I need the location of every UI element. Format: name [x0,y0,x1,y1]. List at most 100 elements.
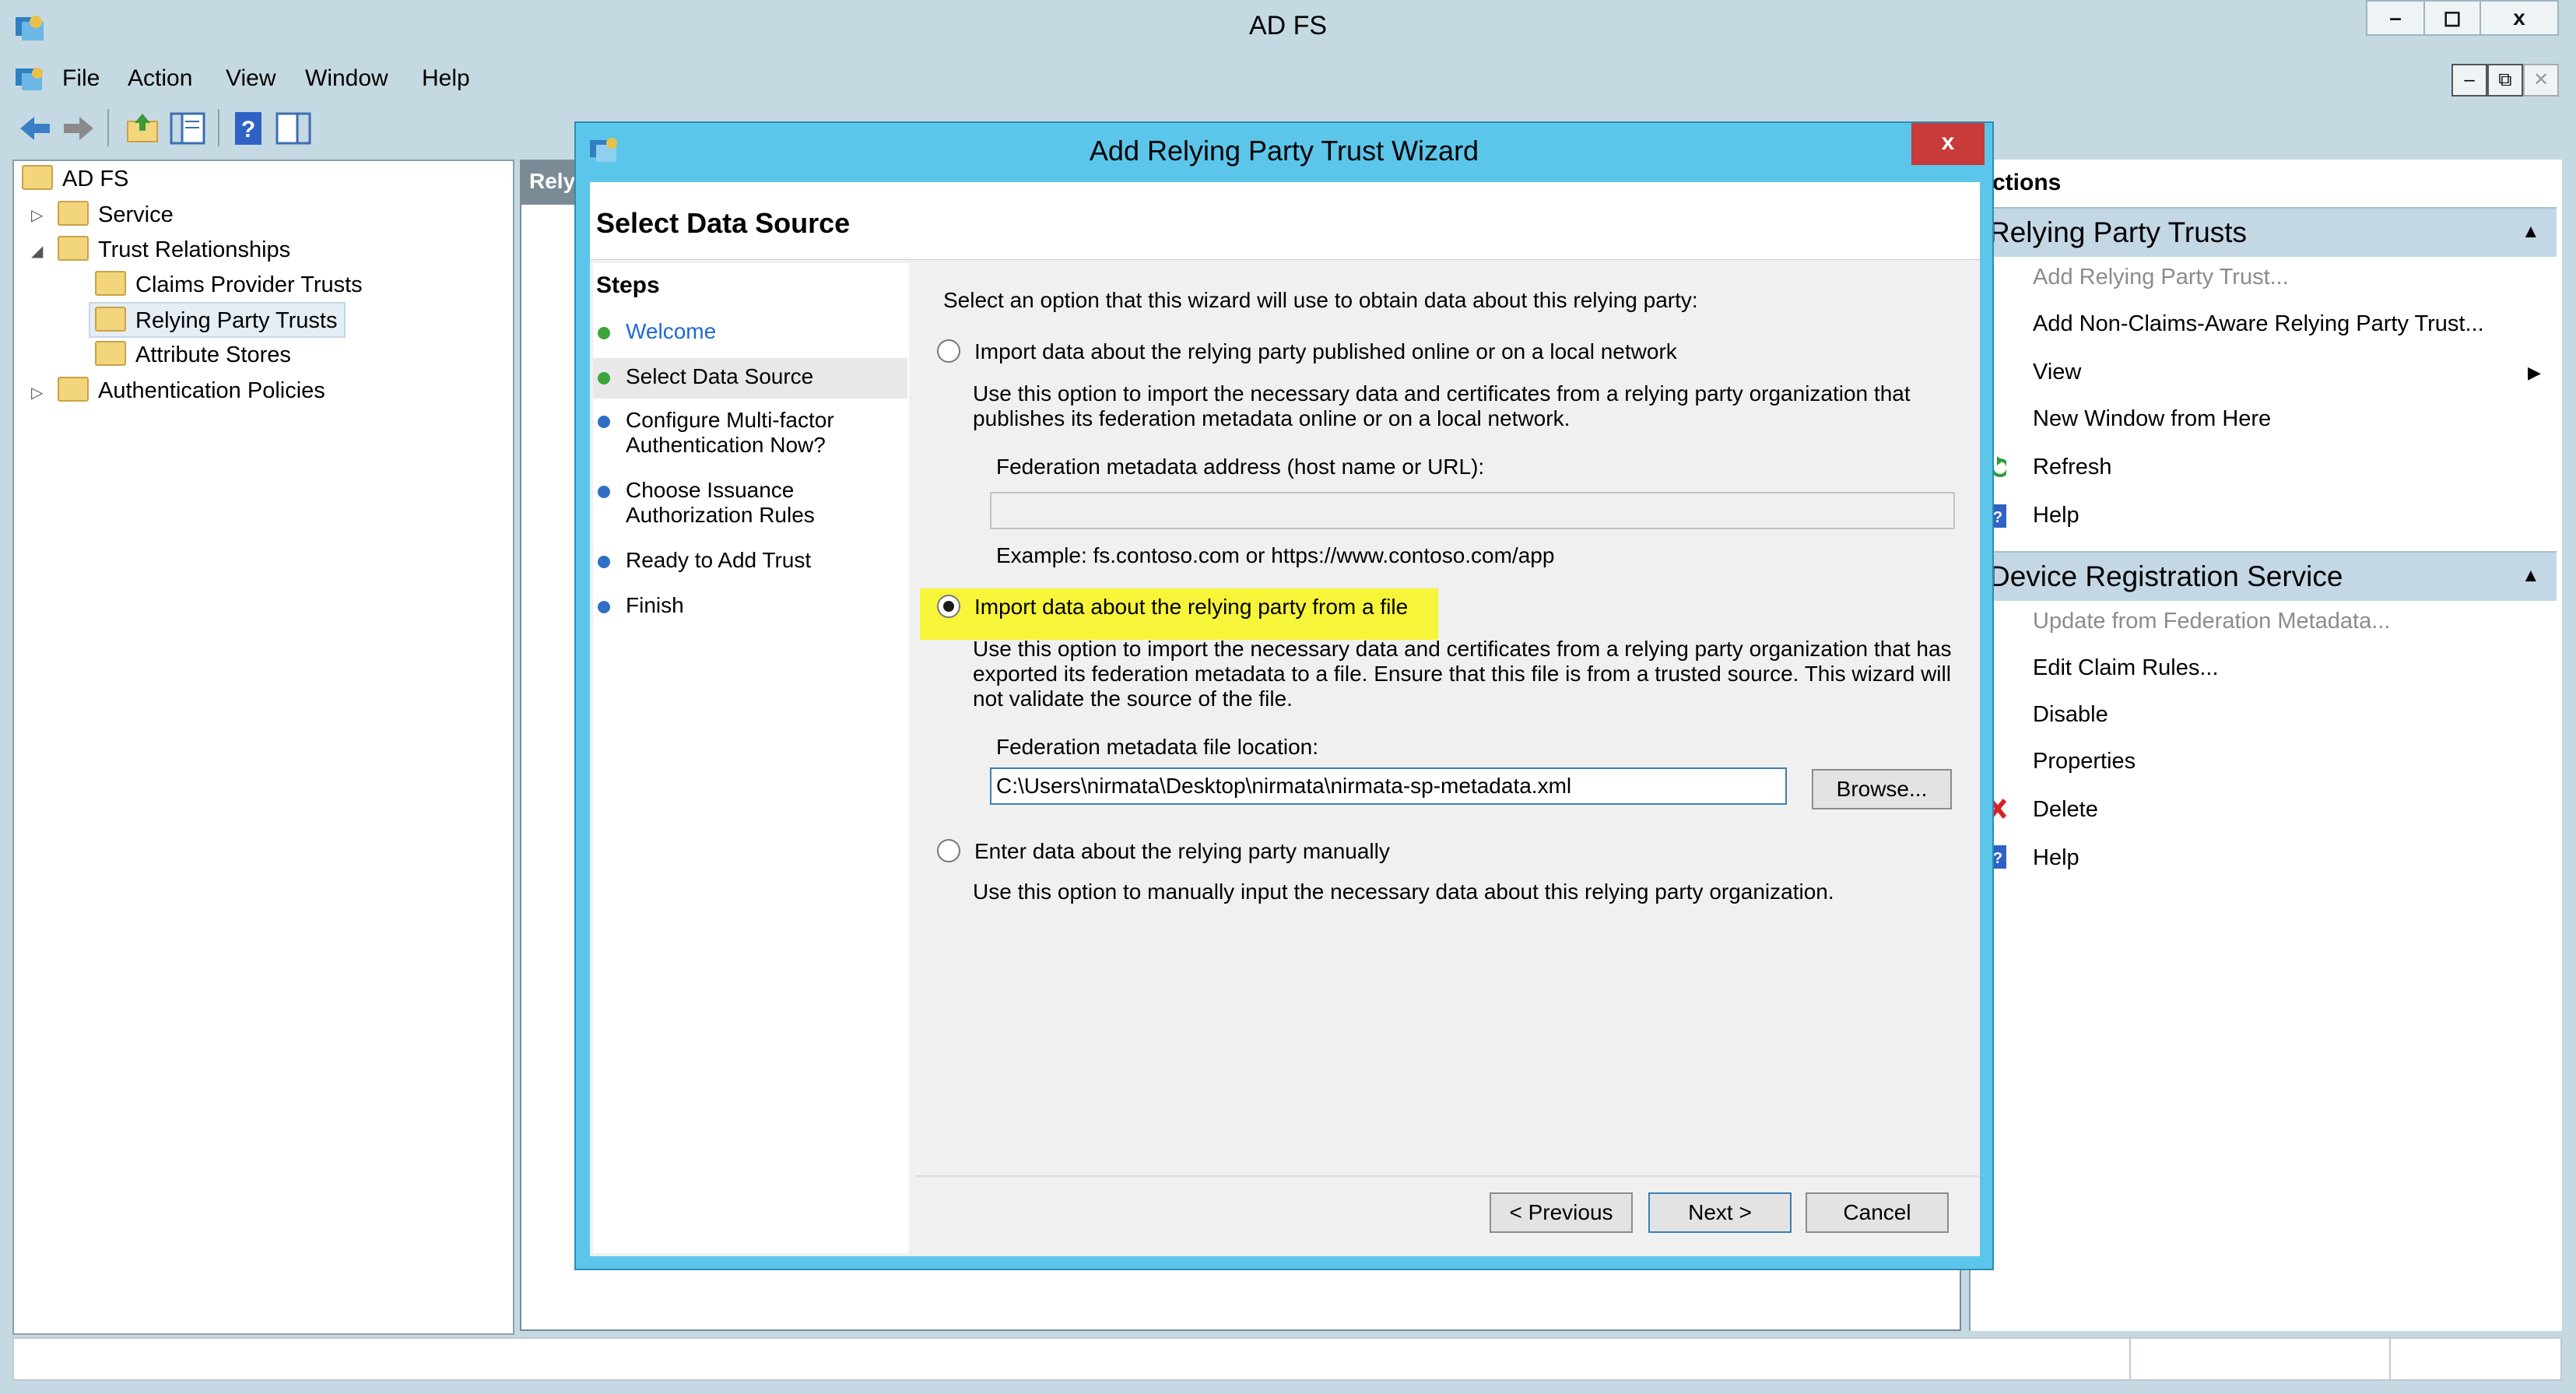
metadata-address-label: Federation metadata address (host name o… [996,455,1485,479]
tree-item-claims-provider-trusts[interactable]: Claims Provider Trusts [135,272,363,298]
menu-view[interactable]: View [226,65,275,92]
intro-text: Select an option that this wizard will u… [943,288,1698,312]
close-window-button[interactable]: x [2479,0,2559,36]
section-title: Relying Party Trusts [1989,216,2248,248]
folder-icon [95,341,126,366]
action-new-window-from-here[interactable]: New Window from Here [2033,406,2271,432]
action-add-relying-party-trust[interactable]: Add Relying Party Trust... [2033,265,2289,290]
folder-icon [95,307,126,332]
action-help[interactable]: Help [2033,503,2079,528]
folder-icon [22,165,53,190]
help-icon[interactable]: ? [229,109,268,148]
wizard-page-title: Select Data Source [596,207,851,239]
section-title: Device Registration Service [1989,560,2343,592]
mdi-close-button[interactable]: ✕ [2523,64,2559,97]
step-pending-dot-icon [598,416,610,428]
expand-arrow-icon[interactable]: ▷ [31,383,43,402]
step-pending-dot-icon [598,601,610,613]
toolbar-separator [218,109,219,146]
radio-enter-manually[interactable] [937,839,960,862]
footer-separator [915,1175,1978,1177]
expand-arrow-icon[interactable]: ▷ [31,205,43,225]
radio-import-from-file[interactable] [937,595,960,618]
tree-item-service[interactable]: Service [98,202,174,228]
action-delete[interactable]: Delete [2033,797,2098,823]
step-configure-mfa: Configure Multi-factor Authentication No… [626,408,834,457]
menu-help[interactable]: Help [422,65,470,92]
step-issuance-authorization-rules: Choose Issuance Authorization Rules [626,478,815,527]
collapse-arrow-icon[interactable]: ◢ [31,241,43,261]
metadata-file-location-input[interactable] [990,767,1787,805]
metadata-address-input[interactable] [990,492,1955,529]
metadata-file-location-label: Federation metadata file location: [996,735,1319,759]
radio-enter-manually-label[interactable]: Enter data about the relying party manua… [974,839,1390,864]
action-disable[interactable]: Disable [2033,702,2108,728]
maximize-button[interactable]: ◻ [2423,0,2481,36]
menu-window[interactable]: Window [305,65,388,92]
metadata-address-example: Example: fs.contoso.com or https://www.c… [996,543,1555,567]
step-current-dot-icon [598,372,610,384]
forward-arrow-icon[interactable] [59,109,98,148]
action-refresh[interactable]: Refresh [2033,455,2112,480]
folder-icon [95,271,126,296]
step-select-data-source: Select Data Source [626,364,814,388]
action-properties[interactable]: Properties [2033,749,2136,774]
collapse-section-icon[interactable]: ▲ [2522,565,2540,587]
action-add-non-claims-aware-trust[interactable]: Add Non-Claims-Aware Relying Party Trust… [2033,311,2484,337]
browse-button[interactable]: Browse... [1812,769,1952,809]
submenu-arrow-icon: ▶ [2528,363,2541,382]
action-edit-claim-rules[interactable]: Edit Claim Rules... [2033,655,2219,681]
option-file-description: Use this option to import the necessary … [973,637,1952,711]
tree-item-relying-party-trusts[interactable]: Relying Party Trusts [135,308,337,334]
tree-item-attribute-stores[interactable]: Attribute Stores [135,342,291,368]
option-online-description: Use this option to import the necessary … [973,381,1911,430]
wizard-title: Add Relying Party Trust Wizard [1089,135,1479,167]
toolbar-separator [107,109,109,146]
folder-icon [58,377,89,402]
menu-file[interactable]: File [62,65,100,92]
wizard-close-button[interactable]: x [1911,123,1985,165]
cancel-button[interactable]: Cancel [1806,1192,1949,1233]
status-divider [2129,1339,2131,1379]
svg-text:?: ? [241,117,255,142]
menu-action[interactable]: Action [128,65,192,92]
actions-title: ctions [1992,170,2062,195]
status-divider [2389,1339,2391,1379]
svg-text:?: ? [1993,850,2002,867]
folder-icon [58,201,89,226]
step-finish: Finish [626,593,684,617]
step-pending-dot-icon [598,486,610,498]
collapse-section-icon[interactable]: ▲ [2522,221,2540,243]
option-manual-description: Use this option to manually input the ne… [973,880,1834,904]
show-hide-action-pane-icon[interactable] [274,109,313,148]
step-welcome: Welcome [626,319,717,343]
mdi-restore-button[interactable]: ⧉ [2487,64,2523,97]
radio-import-from-file-label[interactable]: Import data about the relying party from… [974,595,1408,620]
show-hide-tree-icon[interactable] [168,109,207,148]
step-pending-dot-icon [598,556,610,568]
actions-section-relying-party-trusts[interactable]: Relying Party Trusts ▲ [1969,207,2557,257]
actions-section-device-registration[interactable]: Device Registration Service ▲ [1969,551,2557,601]
back-arrow-icon[interactable] [16,109,54,148]
status-bar [12,1337,2562,1381]
step-done-dot-icon [598,327,610,339]
mmc-console-icon[interactable] [14,64,48,95]
next-button[interactable]: Next > [1648,1192,1792,1233]
up-folder-icon[interactable] [123,109,162,148]
action-help[interactable]: Help [2033,845,2079,871]
step-ready-to-add-trust: Ready to Add Trust [626,548,812,572]
window-title: AD FS [1248,11,1328,40]
action-update-from-federation-metadata[interactable]: Update from Federation Metadata... [2033,609,2390,634]
radio-import-online-label[interactable]: Import data about the relying party publ… [974,339,1677,364]
previous-button[interactable]: < Previous [1490,1192,1633,1233]
tree-item-adfs[interactable]: AD FS [62,167,128,192]
steps-title: Steps [596,272,660,298]
tree-item-authentication-policies[interactable]: Authentication Policies [98,378,325,404]
tree-item-trust-relationships[interactable]: Trust Relationships [98,237,290,263]
svg-text:?: ? [1993,509,2002,526]
folder-icon [58,236,89,261]
radio-import-online[interactable] [937,339,960,363]
action-view[interactable]: View [2033,360,2081,385]
minimize-button[interactable]: – [2366,0,2425,36]
mdi-minimize-button[interactable]: – [2451,64,2487,97]
